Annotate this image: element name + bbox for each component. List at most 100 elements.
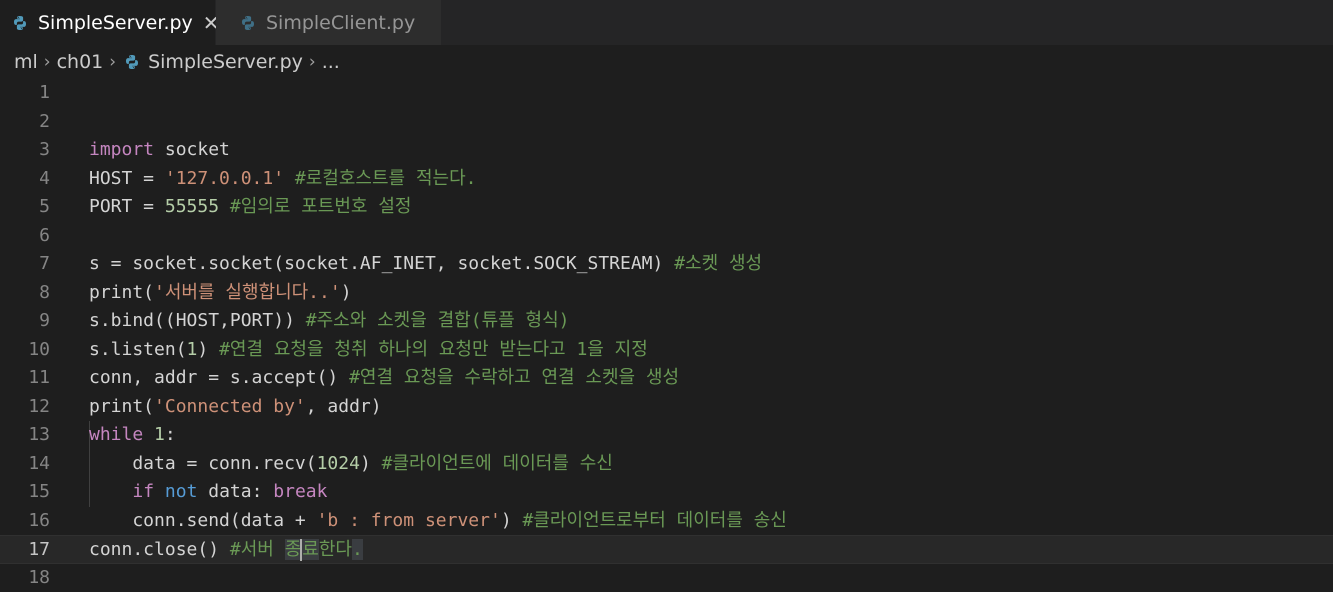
code-line[interactable]: 18 xyxy=(0,564,1333,592)
comment: #클라이언트에 데이터를 수신 xyxy=(371,453,613,474)
code-text: s.bind((HOST,PORT)) #주소와 소켓을 결합(튜플 형식) xyxy=(89,307,569,336)
line-number: 8 xyxy=(0,279,50,308)
number-literal: 1 xyxy=(187,339,198,360)
code-token: ) xyxy=(197,339,208,360)
string-literal: '127.0.0.1' xyxy=(165,168,284,189)
code-token xyxy=(143,424,154,445)
code-token: socket xyxy=(154,139,230,160)
code-line[interactable]: 5 PORT = 55555 #임의로 포트번호 설정 xyxy=(0,193,1333,222)
keyword: while xyxy=(89,424,143,445)
tab-simpleclient[interactable]: SimpleClient.py xyxy=(216,0,442,45)
line-number: 17 xyxy=(0,536,50,565)
comment: 료 xyxy=(302,539,319,560)
line-number: 12 xyxy=(0,393,50,422)
code-token: PORT = xyxy=(89,196,165,217)
code-text: data = conn.recv(1024) #클라이언트에 데이터를 수신 xyxy=(89,450,613,479)
line-number: 16 xyxy=(0,507,50,536)
code-line[interactable]: 4 HOST = '127.0.0.1' #로컬호스트를 적는다. xyxy=(0,165,1333,194)
code-line-current[interactable]: 17 conn.close() #서버 종료한다. xyxy=(0,535,1333,564)
code-line[interactable]: 6 xyxy=(0,222,1333,251)
editor-tab-bar: SimpleServer.py ✕ SimpleClient.py xyxy=(0,0,1333,45)
code-line[interactable]: 16 conn.send(data + 'b : from server') #… xyxy=(0,507,1333,536)
code-token: , addr) xyxy=(306,396,382,417)
line-number: 9 xyxy=(0,307,50,336)
code-line[interactable]: 2 xyxy=(0,108,1333,137)
line-number: 11 xyxy=(0,364,50,393)
keyword: if xyxy=(132,481,154,502)
comment: #로컬호스트를 적는다. xyxy=(284,168,476,189)
string-literal: '서버를 실행합니다..' xyxy=(154,282,341,303)
code-line[interactable]: 12 print('Connected by', addr) xyxy=(0,393,1333,422)
code-editor[interactable]: 1 2 3 import socket 4 HOST = '127.0.0.1' #… xyxy=(0,79,1333,592)
line-number: 7 xyxy=(0,250,50,279)
line-number: 15 xyxy=(0,478,50,507)
code-text: conn.send(data + 'b : from server') #클라이… xyxy=(89,507,787,536)
code-token: conn, addr = s.accept() xyxy=(89,367,338,388)
code-token: conn.close() xyxy=(89,539,219,560)
line-number: 5 xyxy=(0,193,50,222)
line-number: 13 xyxy=(0,421,50,450)
code-line[interactable]: 7 s = socket.socket(socket.AF_INET, socke… xyxy=(0,250,1333,279)
python-icon xyxy=(124,54,140,70)
chevron-right-icon: › xyxy=(109,52,116,72)
code-text: s.listen(1) #연결 요청을 청취 하나의 요청만 받는다고 1을 지… xyxy=(89,336,648,365)
chevron-right-icon: › xyxy=(44,52,51,72)
breadcrumb-item-ch01[interactable]: ch01 xyxy=(57,51,104,73)
code-text: conn.close() #서버 종료한다. xyxy=(89,536,363,565)
tab-simpleserver[interactable]: SimpleServer.py ✕ xyxy=(0,0,216,45)
code-token xyxy=(89,481,132,502)
code-token: : xyxy=(165,424,176,445)
comment: 한다 xyxy=(319,539,352,560)
code-token: ) xyxy=(501,510,512,531)
code-line[interactable]: 13 while 1: xyxy=(0,421,1333,450)
breadcrumb-item-ml[interactable]: ml xyxy=(14,51,38,73)
code-text: while 1: xyxy=(89,421,176,450)
code-token: print( xyxy=(89,396,154,417)
code-text: print('Connected by', addr) xyxy=(89,393,382,422)
code-token: s.listen( xyxy=(89,339,187,360)
comment: #연결 요청을 청취 하나의 요청만 받는다고 1을 지정 xyxy=(208,339,648,360)
line-number: 3 xyxy=(0,136,50,165)
code-line[interactable]: 10 s.listen(1) #연결 요청을 청취 하나의 요청만 받는다고 1을… xyxy=(0,336,1333,365)
code-text: PORT = 55555 #임의로 포트번호 설정 xyxy=(89,193,411,222)
breadcrumb-item-symbols[interactable]: ... xyxy=(322,51,340,73)
keyword: import xyxy=(89,139,154,160)
python-icon xyxy=(240,15,256,31)
comment: 종 xyxy=(285,539,302,560)
code-token: print( xyxy=(89,282,154,303)
code-text: HOST = '127.0.0.1' #로컬호스트를 적는다. xyxy=(89,165,476,194)
breadcrumb: ml › ch01 › SimpleServer.py › ... xyxy=(0,45,1333,79)
tab-label: SimpleServer.py xyxy=(38,12,193,34)
code-line[interactable]: 11 conn, addr = s.accept() #연결 요청을 수락하고 연… xyxy=(0,364,1333,393)
code-line[interactable]: 9 s.bind((HOST,PORT)) #주소와 소켓을 결합(튜플 형식) xyxy=(0,307,1333,336)
python-icon xyxy=(12,15,28,31)
code-token: ) xyxy=(360,453,371,474)
line-number: 18 xyxy=(0,564,50,592)
code-token: data = conn.recv( xyxy=(89,453,317,474)
code-line[interactable]: 8 print('서버를 실행합니다..') xyxy=(0,279,1333,308)
code-token: s = socket.socket(socket.AF_INET, socket… xyxy=(89,253,663,274)
line-number: 10 xyxy=(0,336,50,365)
code-text: conn, addr = s.accept() #연결 요청을 수락하고 연결 … xyxy=(89,364,679,393)
code-line[interactable]: 1 xyxy=(0,79,1333,108)
comment: #서버 xyxy=(219,539,285,560)
comment: #소켓 생성 xyxy=(663,253,762,274)
comment: #임의로 포트번호 설정 xyxy=(219,196,411,217)
code-line[interactable]: 14 data = conn.recv(1024) #클라이언트에 데이터를 수… xyxy=(0,450,1333,479)
line-number: 6 xyxy=(0,222,50,251)
breadcrumb-item-file[interactable]: SimpleServer.py xyxy=(148,51,303,73)
code-text: import socket xyxy=(89,136,230,165)
number-literal: 1 xyxy=(154,424,165,445)
number-literal: 1024 xyxy=(317,453,360,474)
code-token: HOST = xyxy=(89,168,165,189)
code-text: print('서버를 실행합니다..') xyxy=(89,279,352,308)
code-text: s = socket.socket(socket.AF_INET, socket… xyxy=(89,250,762,279)
code-token: ) xyxy=(341,282,352,303)
string-literal: 'Connected by' xyxy=(154,396,306,417)
line-number: 14 xyxy=(0,450,50,479)
code-line[interactable]: 3 import socket xyxy=(0,136,1333,165)
string-literal: 'b : from server' xyxy=(317,510,501,531)
comment: . xyxy=(352,539,363,560)
code-line[interactable]: 15 if not data: break xyxy=(0,478,1333,507)
line-number: 4 xyxy=(0,165,50,194)
